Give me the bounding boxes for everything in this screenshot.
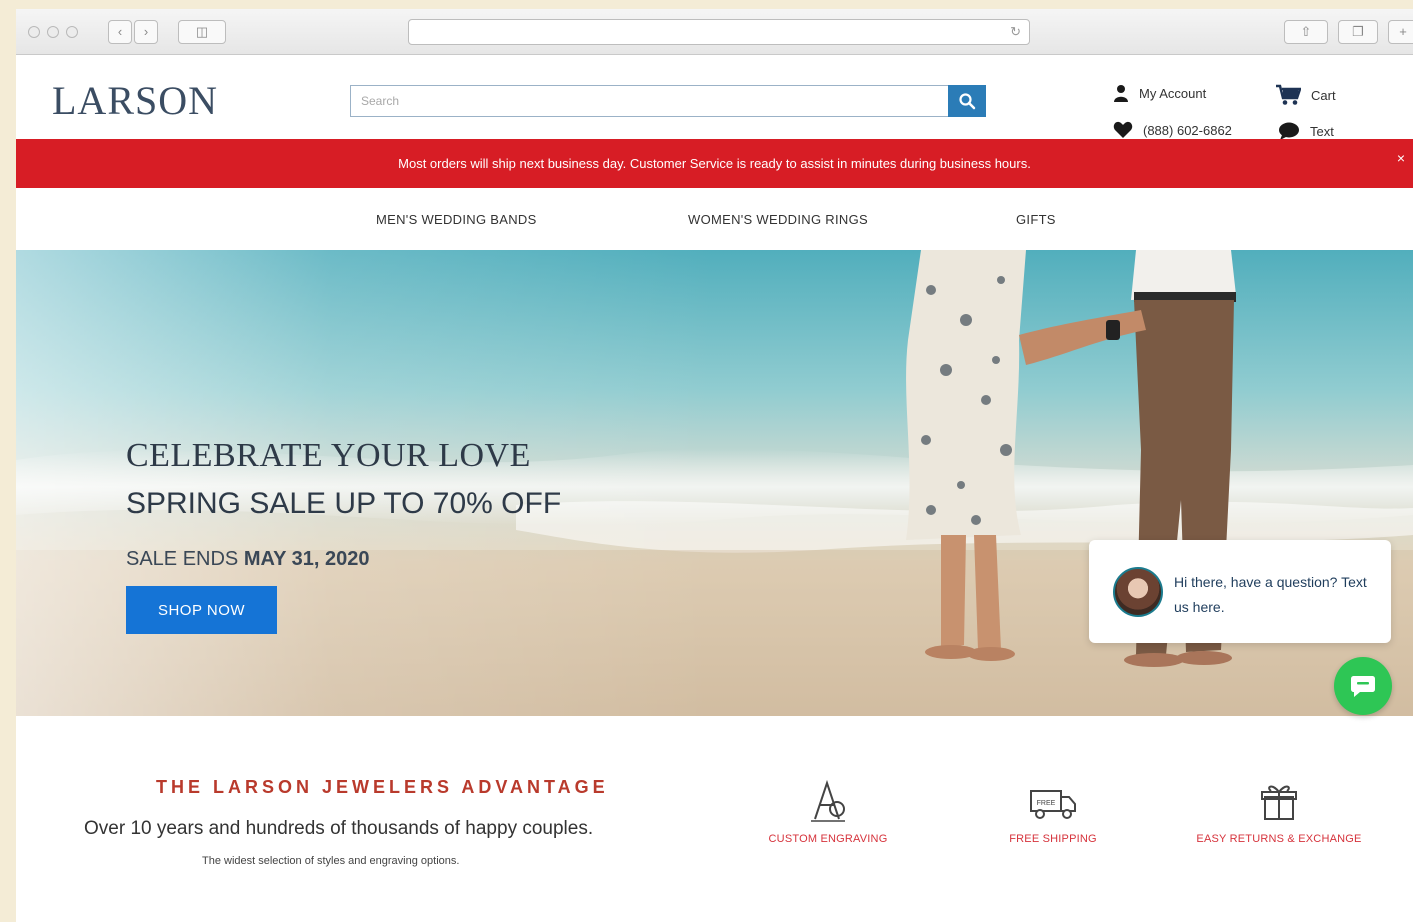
sale-ends-text: SALE ENDS MAY 31, 2020 [126,548,369,571]
advantage-note: The widest selection of styles and engra… [202,855,460,867]
zoom-window-button[interactable] [66,26,78,38]
advantage-title: THE LARSON JEWELERS ADVANTAGE [156,777,609,797]
my-account-label: My Account [1139,85,1207,101]
forward-button[interactable]: › [134,20,158,44]
site-header: LARSON My Account Cart [16,55,1413,141]
shop-now-button[interactable]: SHOP NOW [126,586,277,634]
text-link[interactable]: Text [1278,121,1334,141]
cart-link[interactable]: Cart [1275,84,1336,106]
sale-ends-date: MAY 31, 2020 [243,548,370,570]
feature-free-shipping[interactable]: FREE FREE SHIPPING [998,779,1108,845]
cart-label: Cart [1311,87,1336,103]
svg-text:FREE: FREE [1037,800,1056,807]
search-button[interactable] [948,85,986,117]
sale-ends-label: SALE ENDS [126,548,239,570]
phone-link[interactable]: (888) 602-6862 [1113,121,1232,139]
new-tab-button[interactable]: + [1388,20,1413,44]
nav-womens-wedding-rings[interactable]: WOMEN'S WEDDING RINGS [688,212,868,227]
truck-icon: FREE [1030,790,1076,819]
chat-prompt[interactable]: Hi there, have a question? Text us here. [1089,540,1391,643]
feature-label: CUSTOM ENGRAVING [768,833,888,845]
browser-window: ‹ › ◫ ↻ ⇧ ❐ + LARSON My Account [16,9,1413,922]
user-icon [1114,85,1128,102]
feature-easy-returns[interactable]: EASY RETURNS & EXCHANGE [1184,779,1374,845]
text-label: Text [1310,123,1334,139]
phone-number: (888) 602-6862 [1143,122,1232,138]
search-input[interactable] [350,85,948,117]
search-icon [959,93,976,110]
hero-subheadline: SPRING SALE UP TO 70% OFF [126,487,562,520]
hero-headline: CELEBRATE YOUR LOVE [126,437,531,474]
chat-launcher-button[interactable] [1334,657,1392,715]
hero-banner: CELEBRATE YOUR LOVE SPRING SALE UP TO 70… [16,250,1413,716]
close-icon[interactable]: × [1397,139,1405,177]
heart-icon [1113,121,1133,138]
nav-gifts[interactable]: GIFTS [1016,212,1056,227]
share-icon[interactable]: ⇧ [1284,20,1328,44]
feature-label: FREE SHIPPING [1009,833,1097,845]
nav-mens-wedding-bands[interactable]: MEN'S WEDDING BANDS [376,212,537,227]
message-icon [1351,676,1375,697]
site-logo[interactable]: LARSON [52,77,218,124]
feature-custom-engraving[interactable]: CUSTOM ENGRAVING [760,779,896,845]
back-button[interactable]: ‹ [108,20,132,44]
address-bar[interactable]: ↻ [408,19,1030,45]
feature-label: EASY RETURNS & EXCHANGE [1196,833,1362,845]
chat-prompt-text: Hi there, have a question? Text us here. [1174,574,1367,615]
agent-avatar [1113,567,1163,617]
gift-box-icon [1261,785,1297,820]
minimize-window-button[interactable] [47,26,59,38]
close-window-button[interactable] [28,26,40,38]
advantage-subtitle: Over 10 years and hundreds of thousands … [84,818,594,839]
sidebar-toggle-icon[interactable]: ◫ [178,20,226,44]
engraving-icon [811,779,845,822]
reload-icon[interactable]: ↻ [1010,24,1021,40]
promo-message: Most orders will ship next business day.… [398,156,1031,171]
cart-icon [1276,84,1301,105]
main-nav: MEN'S WEDDING BANDS WOMEN'S WEDDING RING… [16,188,1413,250]
tabs-icon[interactable]: ❐ [1338,20,1378,44]
promo-banner: Most orders will ship next business day.… [16,139,1413,188]
browser-toolbar: ‹ › ◫ ↻ ⇧ ❐ + [16,9,1413,55]
my-account-link[interactable]: My Account [1113,84,1206,102]
hero-beach-image [16,250,1413,716]
chat-bubble-icon [1279,122,1299,140]
